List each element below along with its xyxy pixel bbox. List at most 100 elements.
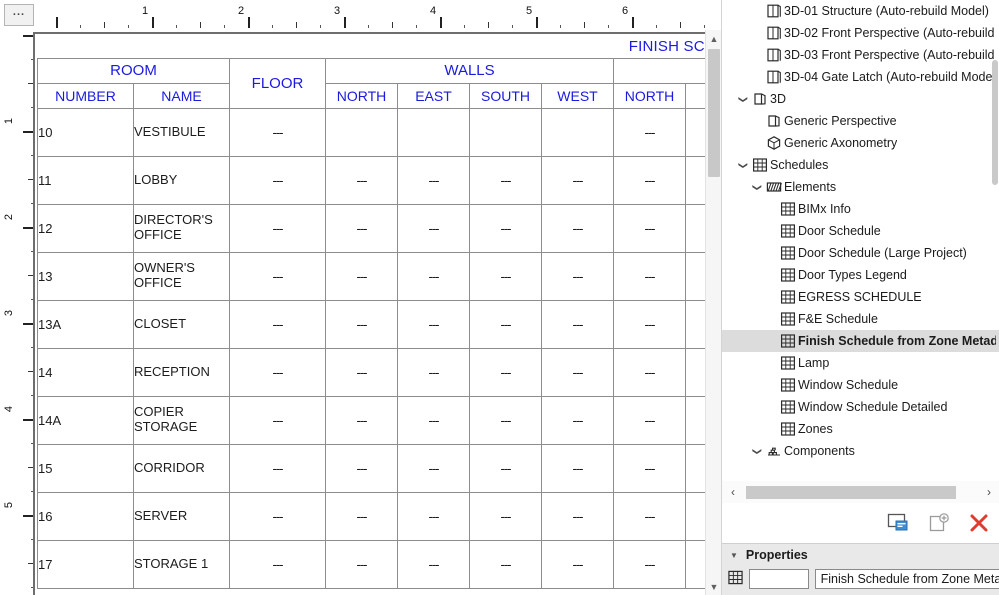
properties-id-field[interactable] — [749, 569, 809, 589]
tree-item[interactable]: ❯ 3D — [722, 88, 999, 110]
chevron-right-icon[interactable]: › — [978, 485, 999, 499]
tree-item[interactable]: Door Schedule — [722, 220, 999, 242]
table-row[interactable]: 13 OWNER'S OFFICE --- --- --- --- --- --- — [37, 251, 705, 301]
cell-east[interactable]: --- — [397, 539, 470, 589]
cell-room-name[interactable]: LOBBY — [133, 155, 230, 205]
cell-room-number[interactable]: 17 — [37, 539, 134, 589]
cell-room-number[interactable]: 11 — [37, 155, 134, 205]
cell-west[interactable]: --- — [541, 443, 614, 493]
cell-west[interactable]: --- — [541, 395, 614, 445]
cell-north2[interactable]: --- — [613, 539, 686, 589]
cell-south[interactable]: --- — [469, 491, 542, 541]
new-item-plus-icon[interactable] — [926, 510, 952, 536]
cell-west[interactable]: --- — [541, 251, 614, 301]
cell-floor[interactable]: --- — [229, 347, 326, 397]
tree-vscroll-thumb[interactable] — [992, 60, 998, 185]
table-row[interactable]: 12 DIRECTOR'S OFFICE --- --- --- --- --- --- — [37, 203, 705, 253]
cell-north2[interactable]: --- — [613, 491, 686, 541]
cell-north2[interactable]: --- — [613, 155, 686, 205]
cell-west[interactable]: --- — [541, 347, 614, 397]
tree-item[interactable]: Window Schedule — [722, 374, 999, 396]
cell-extra[interactable] — [684, 299, 705, 349]
properties-header[interactable]: ▼ Properties — [722, 544, 999, 566]
ruler-corner-button[interactable]: ... — [4, 4, 34, 26]
cell-floor[interactable]: --- — [229, 443, 326, 493]
cell-room-number[interactable]: 14 — [37, 347, 134, 397]
scroll-down-arrow-icon[interactable]: ▼ — [706, 578, 721, 595]
cell-room-number[interactable]: 13 — [37, 251, 134, 301]
cell-extra[interactable] — [684, 395, 705, 445]
cell-extra[interactable] — [684, 107, 705, 157]
tree-item[interactable]: ❯ Elements — [722, 176, 999, 198]
tree-item[interactable]: 3D-02 Front Perspective (Auto-rebuild M — [722, 22, 999, 44]
cell-north2[interactable]: --- — [613, 443, 686, 493]
tree-item[interactable]: Door Types Legend — [722, 264, 999, 286]
tree-item[interactable]: BIMx Info — [722, 198, 999, 220]
cell-east[interactable]: --- — [397, 251, 470, 301]
cell-floor[interactable]: --- — [229, 203, 326, 253]
tree-item[interactable]: 3D-03 Front Perspective (Auto-rebuild M — [722, 44, 999, 66]
cell-east[interactable]: --- — [397, 347, 470, 397]
tree-item[interactable]: Generic Axonometry — [722, 132, 999, 154]
table-row[interactable]: 14A COPIER STORAGE --- --- --- --- --- --- — [37, 395, 705, 445]
chevron-down-icon[interactable]: ❯ — [752, 180, 763, 194]
cell-east[interactable] — [397, 107, 470, 157]
cell-east[interactable]: --- — [397, 299, 470, 349]
table-row[interactable]: 16 SERVER --- --- --- --- --- --- — [37, 491, 705, 541]
red-x-icon[interactable] — [966, 510, 992, 536]
cell-room-name[interactable]: COPIER STORAGE — [133, 395, 230, 445]
cell-room-name[interactable]: CLOSET — [133, 299, 230, 349]
cell-north[interactable]: --- — [325, 539, 398, 589]
cell-floor[interactable]: --- — [229, 155, 326, 205]
tree-hscroll-thumb[interactable] — [746, 485, 956, 499]
chevron-left-icon[interactable]: ‹ — [722, 485, 744, 499]
cell-room-name[interactable]: VESTIBULE — [133, 107, 230, 157]
canvas-scroll-thumb[interactable] — [708, 49, 720, 177]
tree-item[interactable]: Generic Perspective — [722, 110, 999, 132]
scroll-up-arrow-icon[interactable]: ▲ — [706, 30, 721, 47]
cell-north[interactable]: --- — [325, 155, 398, 205]
cell-north2[interactable]: --- — [613, 251, 686, 301]
cell-north2[interactable]: --- — [613, 395, 686, 445]
cell-north2[interactable]: --- — [613, 347, 686, 397]
cell-extra[interactable] — [684, 347, 705, 397]
tree-item[interactable]: ❯ Components — [722, 440, 999, 462]
table-row[interactable]: 14 RECEPTION --- --- --- --- --- --- — [37, 347, 705, 397]
table-row[interactable]: 15 CORRIDOR --- --- --- --- --- --- — [37, 443, 705, 493]
caret-down-icon[interactable]: ▼ — [730, 551, 738, 560]
cell-floor[interactable]: --- — [229, 491, 326, 541]
tree-item[interactable]: 3D-04 Gate Latch (Auto-rebuild Model) — [722, 66, 999, 88]
tree-item[interactable]: EGRESS SCHEDULE — [722, 286, 999, 308]
cell-room-name[interactable]: OWNER'S OFFICE — [133, 251, 230, 301]
cell-room-name[interactable]: CORRIDOR — [133, 443, 230, 493]
cell-north2[interactable]: --- — [613, 203, 686, 253]
chevron-down-icon[interactable]: ❯ — [738, 92, 749, 106]
cell-extra[interactable] — [684, 203, 705, 253]
table-row[interactable]: 10 VESTIBULE --- --- — [37, 107, 705, 157]
tree-item[interactable]: ❯ Schedules — [722, 154, 999, 176]
tree-item[interactable]: Door Schedule (Large Project) — [722, 242, 999, 264]
cell-south[interactable]: --- — [469, 251, 542, 301]
cell-west[interactable]: --- — [541, 299, 614, 349]
navigator-tree-horizontal-scrollbar[interactable]: ‹ › — [722, 481, 999, 503]
cell-extra[interactable] — [684, 491, 705, 541]
tree-item[interactable]: 3D-01 Structure (Auto-rebuild Model) — [722, 0, 999, 22]
horizontal-ruler[interactable]: 1 2 3 4 5 6 — [36, 4, 721, 28]
tree-item[interactable]: Zones — [722, 418, 999, 440]
cell-room-name[interactable]: STORAGE 1 — [133, 539, 230, 589]
table-row[interactable]: 13A CLOSET --- --- --- --- --- --- — [37, 299, 705, 349]
cell-east[interactable]: --- — [397, 155, 470, 205]
cell-north2[interactable]: --- — [613, 299, 686, 349]
cell-extra[interactable] — [684, 443, 705, 493]
cell-east[interactable]: --- — [397, 203, 470, 253]
cell-west[interactable] — [541, 107, 614, 157]
cell-south[interactable] — [469, 107, 542, 157]
cell-floor[interactable]: --- — [229, 539, 326, 589]
tree-item[interactable]: Lamp — [722, 352, 999, 374]
cell-room-number[interactable]: 10 — [37, 107, 134, 157]
cell-north[interactable]: --- — [325, 203, 398, 253]
cell-south[interactable]: --- — [469, 443, 542, 493]
cell-north[interactable]: --- — [325, 347, 398, 397]
cell-room-name[interactable]: DIRECTOR'S OFFICE — [133, 203, 230, 253]
cell-north[interactable]: --- — [325, 491, 398, 541]
